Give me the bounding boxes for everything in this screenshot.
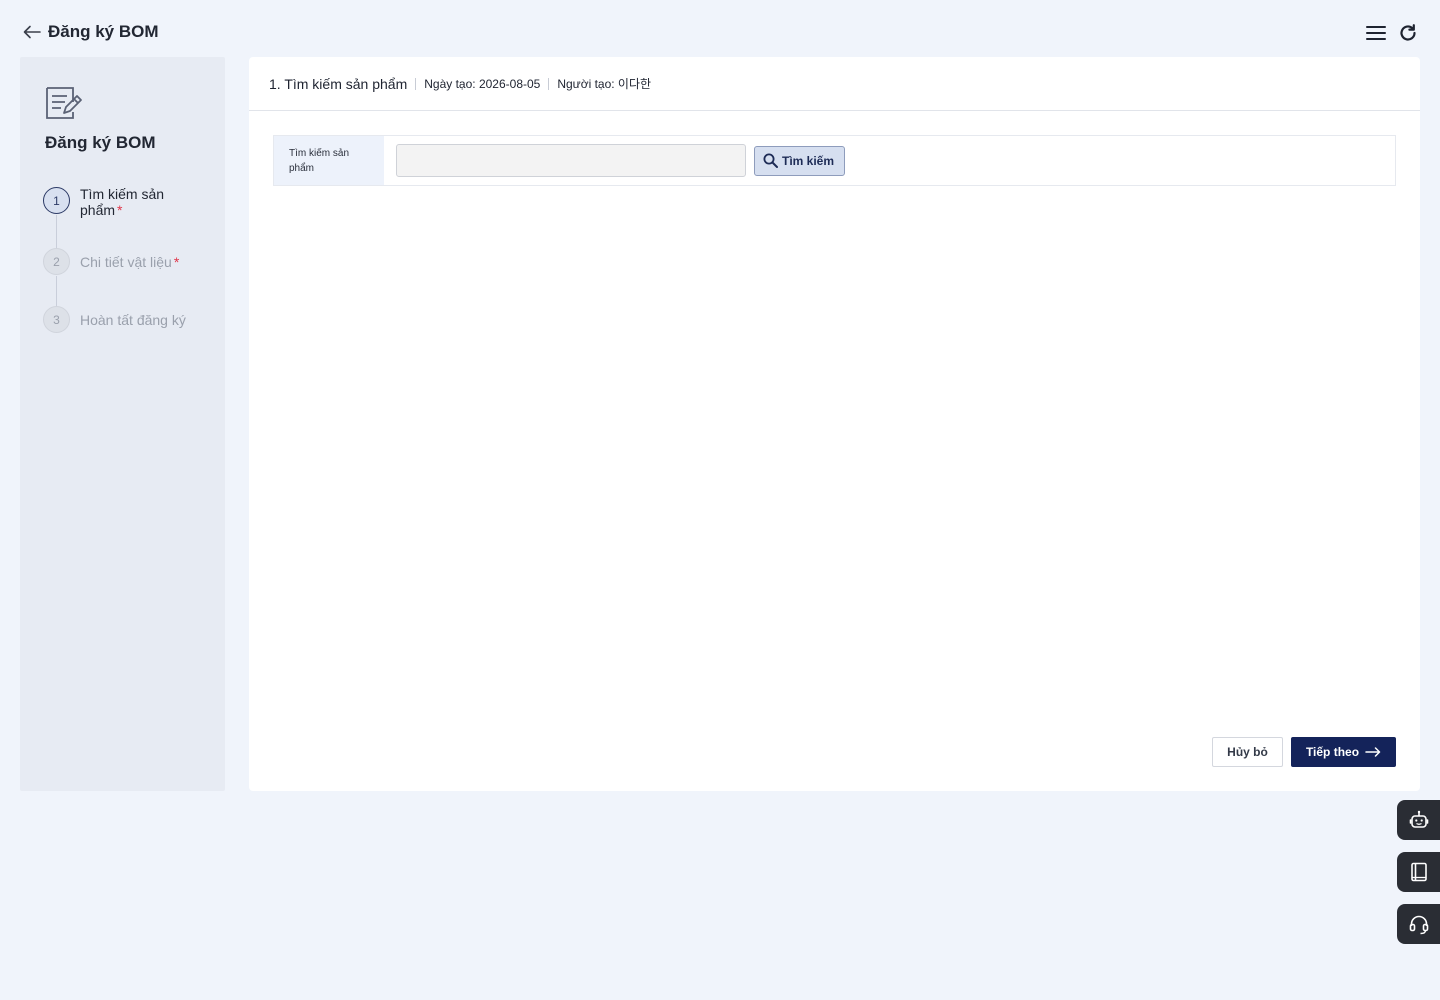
refresh-button[interactable] [1397,22,1419,44]
search-button[interactable]: Tìm kiếm [754,145,846,176]
page-title: Đăng ký BOM [48,22,159,41]
divider [548,77,550,90]
search-button-label: Tìm kiếm [782,153,835,168]
step-connector [56,215,57,248]
manual-button[interactable] [1397,852,1440,892]
manual-book-icon [1410,862,1427,882]
step-label: Tìm kiếm sản phẩm [80,186,165,218]
chatbot-icon [1409,810,1428,828]
search-icon [763,153,778,168]
created-by: Người tạo: 이다한 [557,77,652,91]
hamburger-menu-icon [1366,26,1386,40]
step-item-1[interactable]: 1 Tìm kiếm sản phẩm * [43,186,180,218]
panel-header: 1. Tìm kiếm sản phẩm Ngày tạo: 2026-08-0… [249,57,1420,111]
headset-support-icon [1409,915,1428,935]
back-button[interactable] [22,22,42,42]
cancel-button[interactable]: Hủy bỏ [1212,737,1283,767]
support-button[interactable] [1397,904,1440,944]
chatbot-button[interactable] [1397,800,1440,840]
product-search-row: Tìm kiếm sản phẩm Tìm kiếm [273,135,1396,186]
required-mark: * [173,254,180,270]
step-number: 3 [43,306,70,333]
step-number: 2 [43,248,70,275]
arrow-right-icon [1365,747,1381,757]
refresh-icon [1400,24,1416,41]
menu-button[interactable] [1365,22,1387,44]
top-bar: Đăng ký BOM [0,0,1440,64]
step-label: Chi tiết vật liệu [80,254,172,270]
step-connector [56,276,57,306]
created-date: Ngày tạo: 2026-08-05 [424,76,541,91]
stepper-sidebar: Đăng ký BOM 1 Tìm kiếm sản phẩm * 2 Chi t… [20,57,225,791]
required-mark: * [117,202,123,218]
document-edit-icon [46,87,82,119]
step-number: 1 [43,187,70,214]
step-item-2[interactable]: 2 Chi tiết vật liệu * [43,248,179,275]
step-item-3[interactable]: 3 Hoàn tất đăng ký [43,306,188,333]
divider [415,77,417,90]
next-button-label: Tiếp theo [1305,745,1360,759]
arrow-left-icon [23,25,41,39]
step-label: Hoàn tất đăng ký [80,312,186,328]
step-title: 1. Tìm kiếm sản phẩm [269,75,408,92]
search-label: Tìm kiếm sản phẩm [274,136,384,185]
main-panel: 1. Tìm kiếm sản phẩm Ngày tạo: 2026-08-0… [249,57,1420,791]
next-button[interactable]: Tiếp theo [1291,737,1396,767]
cancel-button-label: Hủy bỏ [1227,745,1268,759]
sidebar-title: Đăng ký BOM [45,133,156,152]
product-search-input[interactable] [396,144,746,177]
